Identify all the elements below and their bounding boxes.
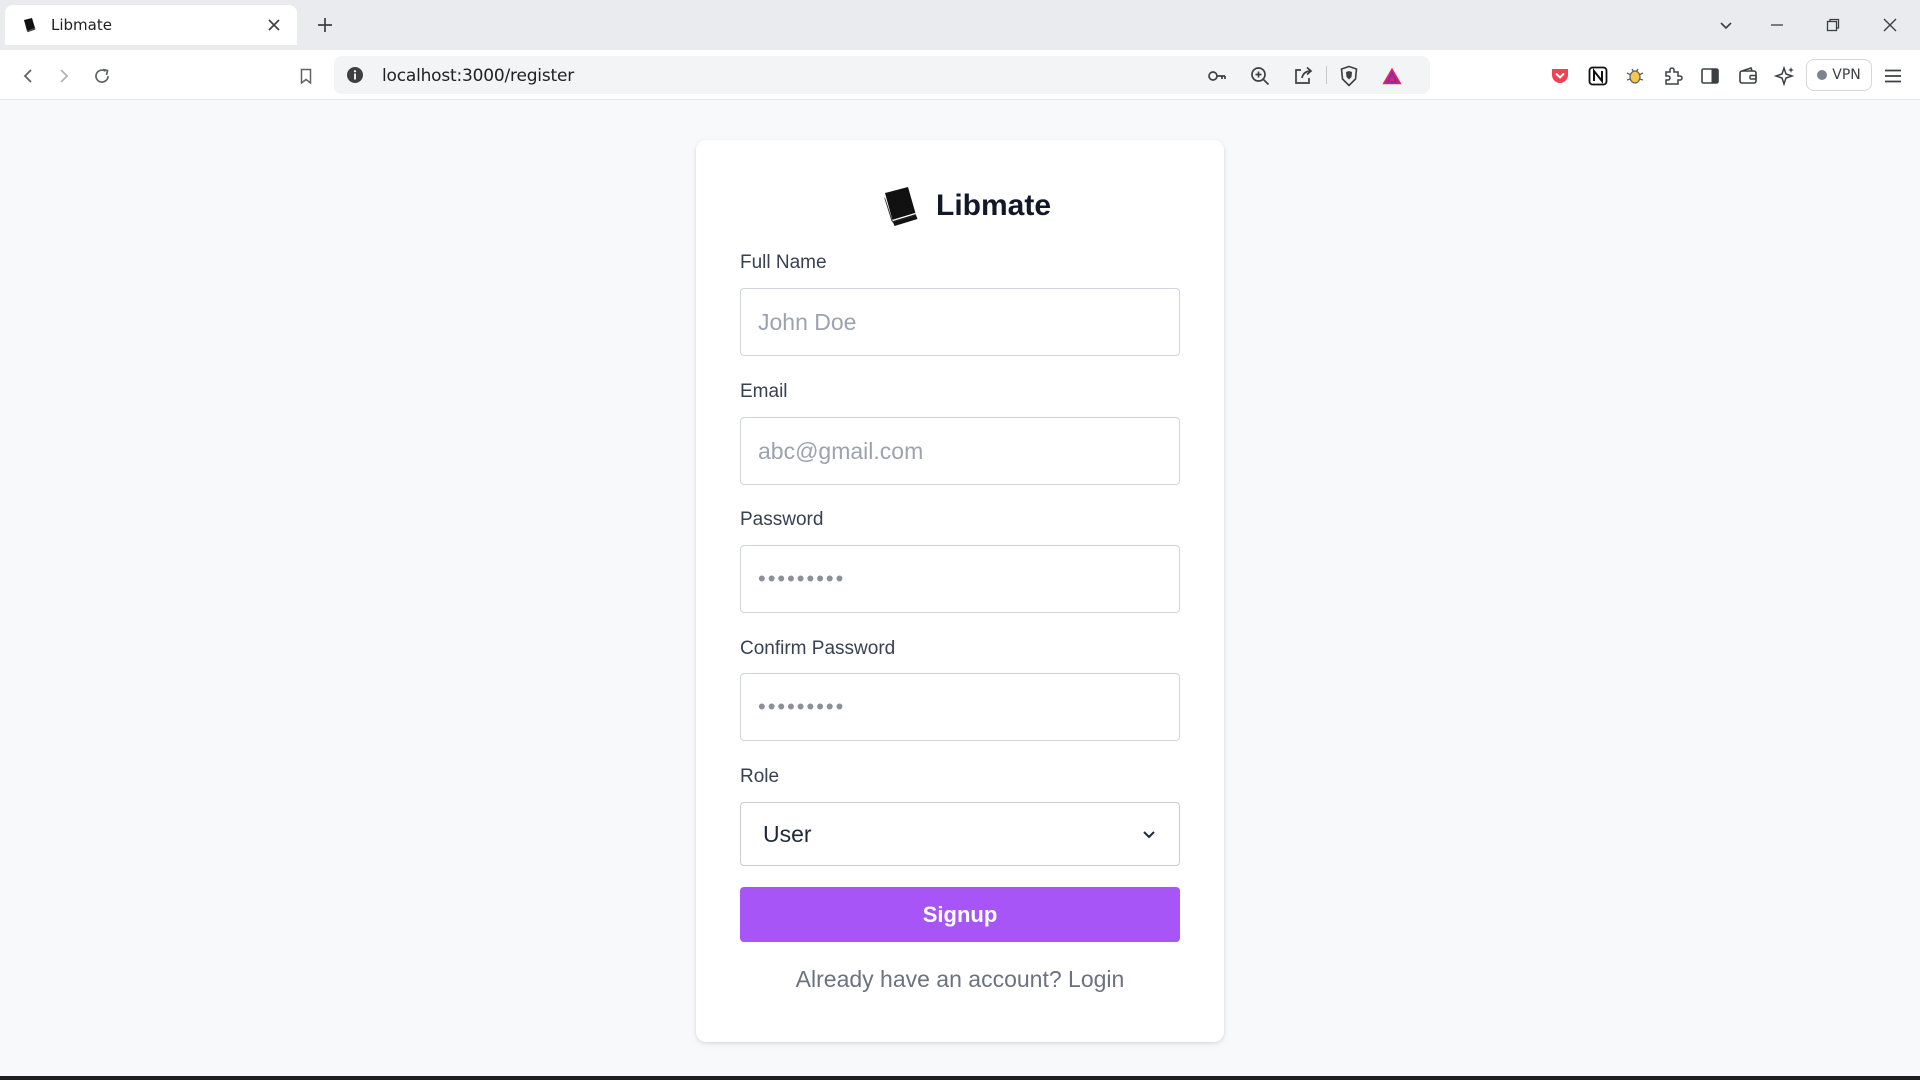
email-input[interactable]: [740, 417, 1180, 485]
notion-icon[interactable]: [1584, 62, 1612, 90]
password-label: Password: [740, 509, 824, 530]
chevron-down-icon: [1141, 826, 1157, 842]
taskbar-edge: [0, 1076, 1920, 1080]
vpn-label: VPN: [1832, 67, 1861, 83]
close-window-icon[interactable]: [1877, 12, 1903, 38]
share-icon[interactable]: [1292, 65, 1314, 87]
role-selected-value: User: [763, 820, 812, 847]
plus-icon[interactable]: [312, 12, 338, 38]
info-icon[interactable]: [346, 66, 364, 84]
url-text[interactable]: localhost:3000/register: [382, 66, 574, 86]
email-label: Email: [740, 381, 788, 402]
confirm-password-input[interactable]: [740, 673, 1180, 741]
chevron-down-icon[interactable]: [1713, 12, 1739, 38]
wallet-icon[interactable]: [1734, 62, 1762, 90]
close-icon[interactable]: [263, 14, 285, 36]
browser-tab-libmate[interactable]: Libmate: [5, 5, 297, 45]
brand-name: Libmate: [936, 189, 1052, 222]
register-card: Libmate Full Name Email Password Confirm…: [696, 140, 1224, 1042]
hamburger-menu-icon[interactable]: [1879, 62, 1907, 90]
puzzle-icon[interactable]: [1659, 62, 1687, 90]
password-input[interactable]: [740, 545, 1180, 613]
brand-header: Libmate: [880, 184, 1051, 228]
bookmark-icon[interactable]: [292, 62, 320, 90]
full-name-label: Full Name: [740, 252, 827, 273]
confirm-password-label: Confirm Password: [740, 638, 896, 659]
vpn-button[interactable]: VPN: [1806, 59, 1872, 91]
zoom-icon[interactable]: [1249, 65, 1271, 87]
minimize-icon[interactable]: [1764, 12, 1790, 38]
role-select[interactable]: User: [740, 802, 1180, 866]
bug-extension-icon[interactable]: [1621, 62, 1649, 90]
browser-toolbar: localhost:3000/register VPN: [0, 50, 1920, 100]
full-name-input[interactable]: [740, 288, 1180, 356]
pocket-icon[interactable]: [1546, 62, 1574, 90]
tab-title: Libmate: [51, 16, 112, 34]
libmate-book-icon: [21, 16, 39, 34]
signup-button[interactable]: Signup: [740, 887, 1180, 942]
reload-icon[interactable]: [88, 62, 116, 90]
forward-arrow-icon[interactable]: [50, 62, 78, 90]
leo-ai-icon[interactable]: [1771, 62, 1799, 90]
login-link[interactable]: Login: [1068, 966, 1124, 992]
back-arrow-icon[interactable]: [14, 62, 42, 90]
brave-rewards-icon[interactable]: [1381, 65, 1403, 87]
address-bar[interactable]: localhost:3000/register: [334, 56, 1430, 94]
sidebar-icon[interactable]: [1696, 62, 1724, 90]
key-icon[interactable]: [1206, 65, 1228, 87]
login-prompt: Already have an account? Login: [696, 966, 1224, 993]
restore-icon[interactable]: [1820, 12, 1846, 38]
brave-shield-icon[interactable]: [1338, 65, 1360, 87]
vpn-status-dot: [1817, 70, 1828, 80]
login-prompt-text: Already have an account?: [795, 966, 1062, 992]
address-bar-divider: [1326, 66, 1327, 84]
libmate-book-icon: [880, 185, 922, 227]
browser-tabstrip: Libmate: [0, 0, 1920, 50]
role-label: Role: [740, 766, 780, 787]
